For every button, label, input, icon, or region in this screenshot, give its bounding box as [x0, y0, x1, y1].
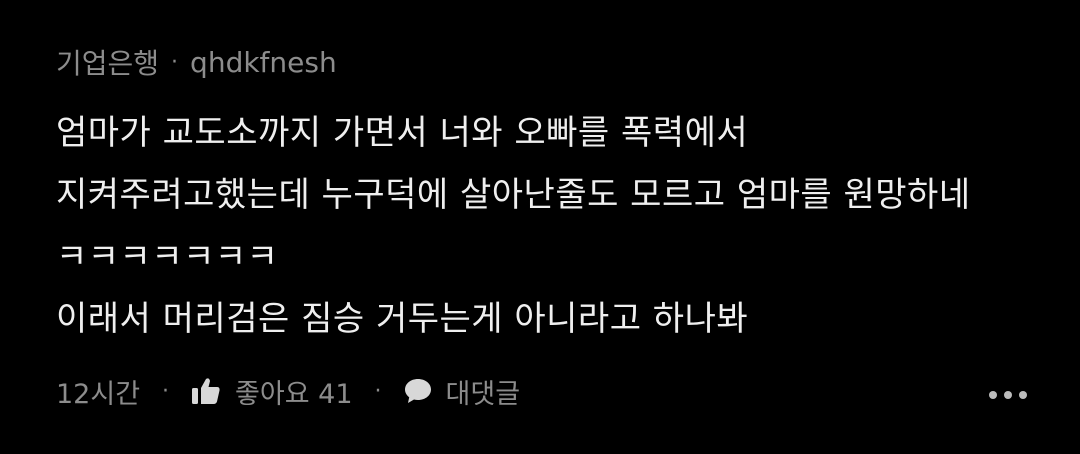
more-dots-icon	[988, 376, 1028, 407]
comment-line: 엄마가 교도소까지 가면서 너와 오빠를 폭력에서	[56, 113, 749, 153]
like-count-label: 좋아요 41	[235, 378, 353, 410]
footer-separator: ·	[162, 378, 170, 404]
more-options-button[interactable]	[988, 368, 1028, 414]
reply-button[interactable]: 대댓글	[404, 372, 521, 411]
comment-line: 지켜주려고했는데 누구덕에 살아난줄도 모르고 엄마를 원망하네	[56, 175, 971, 215]
speech-bubble-icon	[404, 378, 432, 404]
comment-line: ㅋㅋㅋㅋㅋㅋㅋ	[56, 237, 279, 277]
reply-label: 대댓글	[445, 378, 521, 410]
comment-header: 기업은행 · qhdkfnesh	[56, 40, 1036, 84]
footer-separator: ·	[374, 378, 382, 404]
header-separator: ·	[171, 49, 179, 75]
comment-body: 엄마가 교도소까지 가면서 너와 오빠를 폭력에서 지켜주려고했는데 누구덕에 …	[56, 102, 1036, 350]
comment-footer: 12시간 · 좋아요 41 · 대댓글	[56, 368, 1036, 414]
timestamp: 12시간	[56, 378, 141, 410]
comment-line: 이래서 머리검은 짐승 거두는게 아니라고 하나봐	[56, 299, 749, 339]
thumbs-up-icon	[191, 377, 221, 405]
author-tag: 기업은행	[56, 47, 160, 80]
like-button[interactable]: 좋아요 41	[191, 372, 353, 411]
comment: 기업은행 · qhdkfnesh 엄마가 교도소까지 가면서 너와 오빠를 폭력…	[56, 40, 1036, 350]
username[interactable]: qhdkfnesh	[190, 46, 337, 79]
